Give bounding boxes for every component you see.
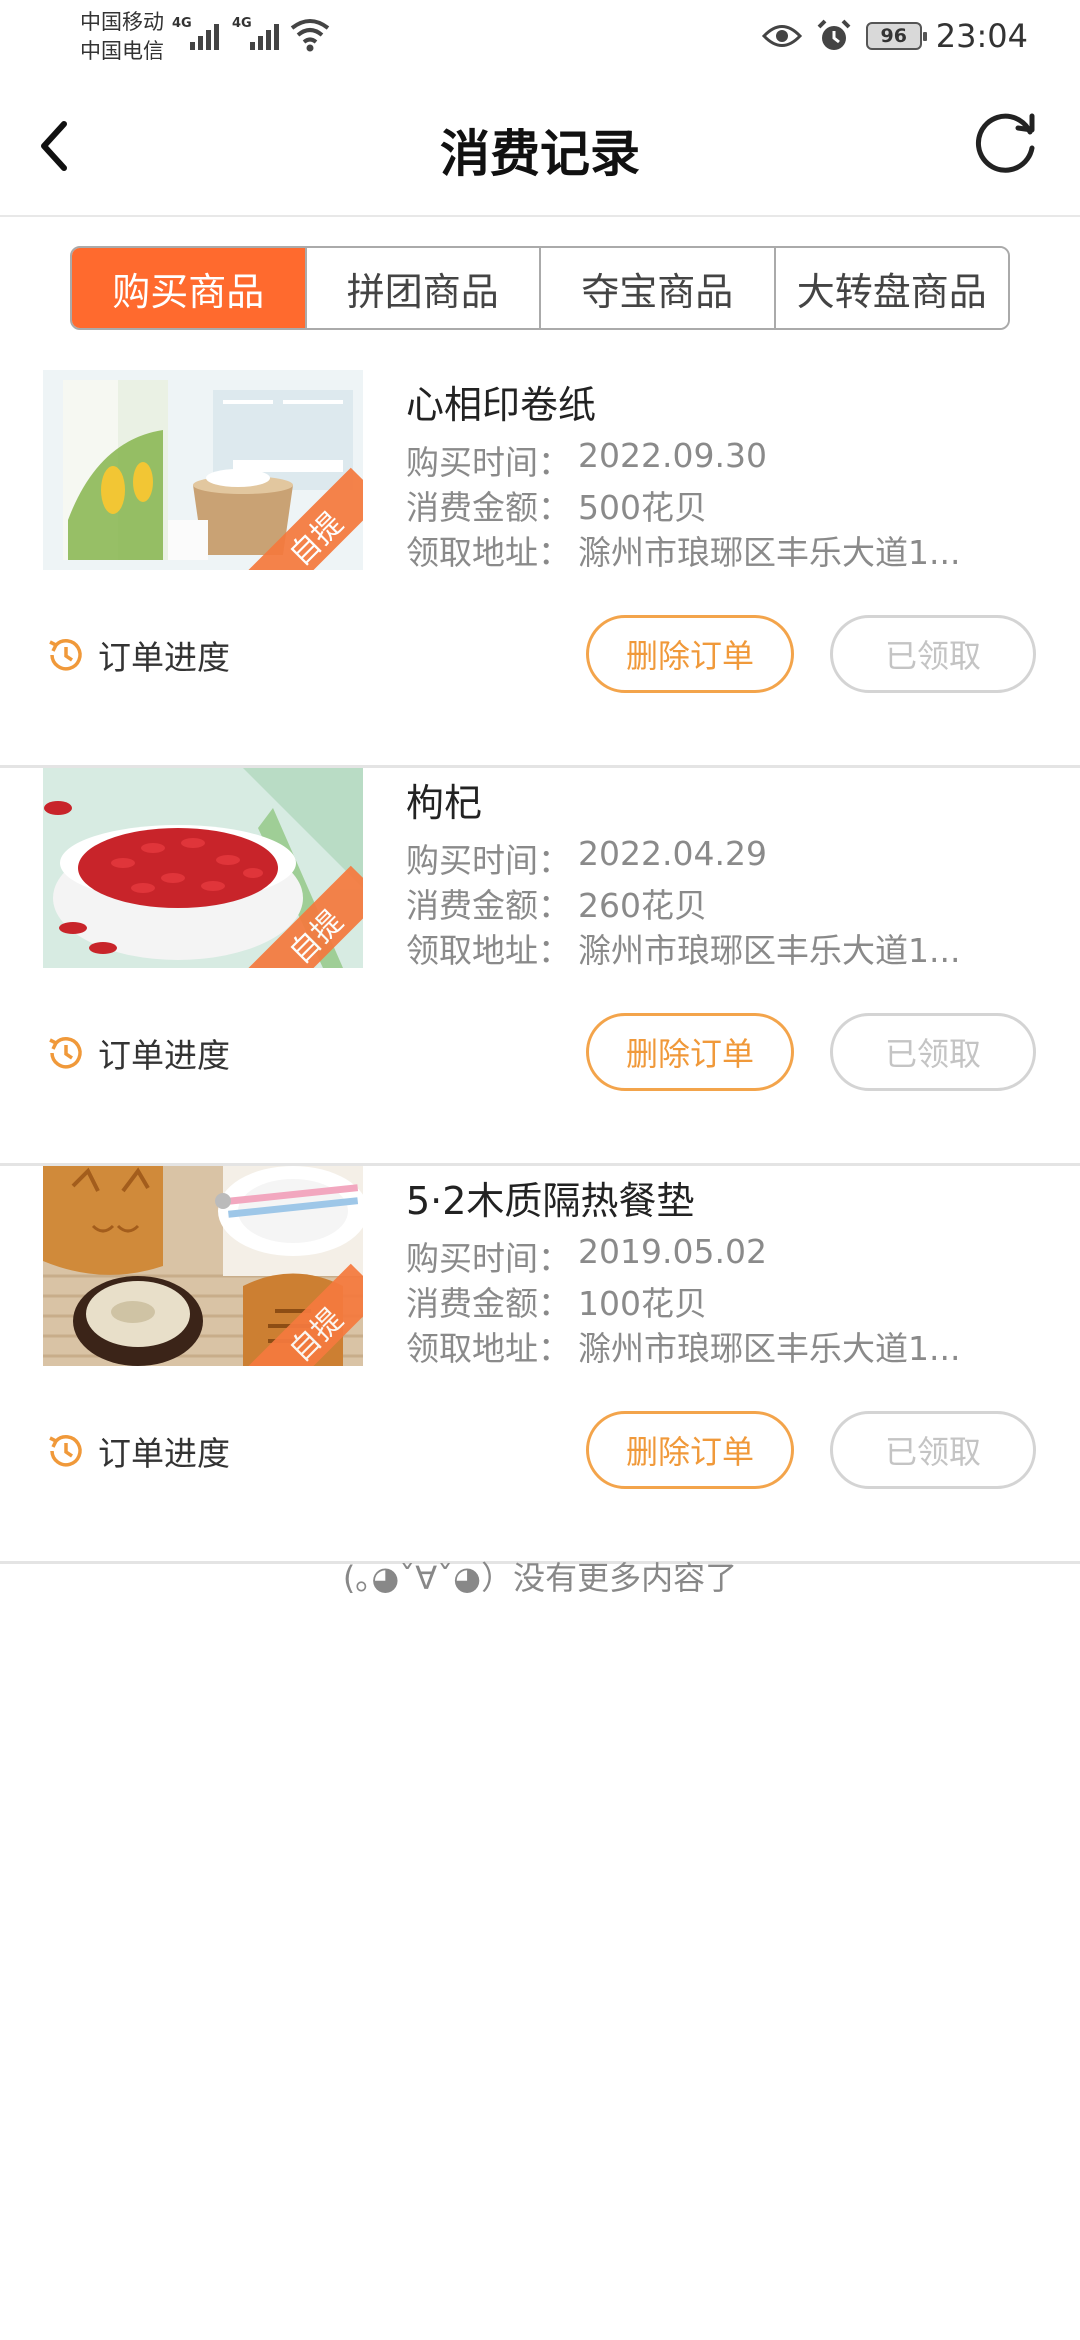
purchase-time-row: 购买时间： 2022.04.29 [406, 834, 767, 880]
delete-order-button[interactable]: 删除订单 [586, 615, 794, 693]
carrier-1: 中国移动 [80, 10, 164, 34]
carrier-labels: 中国移动 中国电信 [80, 8, 164, 66]
order-card: 自提 5·2木质隔热餐垫 购买时间： 2019.05.02 消费金额： 100花贝 … [0, 1166, 1080, 1564]
page-title: 消费记录 [440, 125, 640, 183]
battery-indicator: 96 [865, 22, 927, 50]
product-image-placemat[interactable]: 自提 [43, 1166, 363, 1366]
purchase-time-row: 购买时间： 2022.09.30 [406, 436, 767, 482]
carrier-2: 中国电信 [80, 39, 164, 63]
refresh-icon[interactable] [970, 106, 1042, 178]
amount-row: 消费金额： 500花贝 [406, 488, 707, 527]
end-of-list-message: (｡◕ˇ∀ˇ◕）没有更多内容了 [342, 1559, 738, 1597]
status-bar: 中国移动 中国电信 4G 4G 96 23:04 [0, 0, 1080, 80]
address-row: 领取地址： 滁州市琅琊区丰乐大道1... [406, 931, 961, 970]
picked-up-button: 已领取 [830, 1013, 1036, 1091]
picked-up-button: 已领取 [830, 615, 1036, 693]
eye-icon [761, 25, 802, 47]
history-clock-icon [49, 1037, 82, 1069]
status-right: 96 23:04 [761, 16, 1028, 56]
address-row: 领取地址： 滁州市琅琊区丰乐大道1... [406, 1329, 961, 1368]
product-image-goji[interactable]: 自提 [43, 768, 363, 968]
address-row: 领取地址： 滁州市琅琊区丰乐大道1... [406, 533, 961, 572]
amount-row: 消费金额： 260花贝 [406, 886, 707, 925]
alarm-icon [817, 19, 851, 50]
category-tabs: 购买商品 拼团商品 夺宝商品 大转盘商品 [70, 246, 1010, 330]
order-progress-link[interactable]: 订单进度 [44, 632, 230, 678]
purchase-time-row: 购买时间： 2019.05.02 [406, 1232, 767, 1278]
delete-order-button[interactable]: 删除订单 [586, 1013, 794, 1091]
tab-treasure[interactable]: 夺宝商品 [541, 248, 776, 328]
clock: 23:04 [935, 17, 1028, 55]
wifi-icon [290, 19, 330, 52]
app-header: 消费记录 [0, 80, 1080, 217]
order-progress-link[interactable]: 订单进度 [44, 1428, 230, 1474]
delete-order-button[interactable]: 删除订单 [586, 1411, 794, 1489]
order-card: 自提 枸杞 购买时间： 2022.04.29 消费金额： 260花贝 领取地址： 滁州… [0, 768, 1080, 1166]
history-clock-icon [49, 639, 82, 671]
order-progress-link[interactable]: 订单进度 [44, 1030, 230, 1076]
product-name: 枸杞 [406, 781, 483, 825]
product-image-tissue[interactable]: 自提 [43, 370, 363, 570]
history-clock-icon [49, 1435, 82, 1467]
tab-group-buy[interactable]: 拼团商品 [306, 248, 541, 328]
product-name: 5·2木质隔热餐垫 [406, 1179, 695, 1223]
amount-row: 消费金额： 100花贝 [406, 1284, 707, 1323]
product-name: 心相印卷纸 [406, 383, 597, 427]
picked-up-button: 已领取 [830, 1411, 1036, 1489]
tab-purchase[interactable]: 购买商品 [72, 248, 307, 328]
order-card: 自提 心相印卷纸 购买时间： 2022.09.30 消费金额： 500花贝 领取地址… [0, 370, 1080, 768]
tab-lucky-wheel[interactable]: 大转盘商品 [775, 248, 1008, 328]
